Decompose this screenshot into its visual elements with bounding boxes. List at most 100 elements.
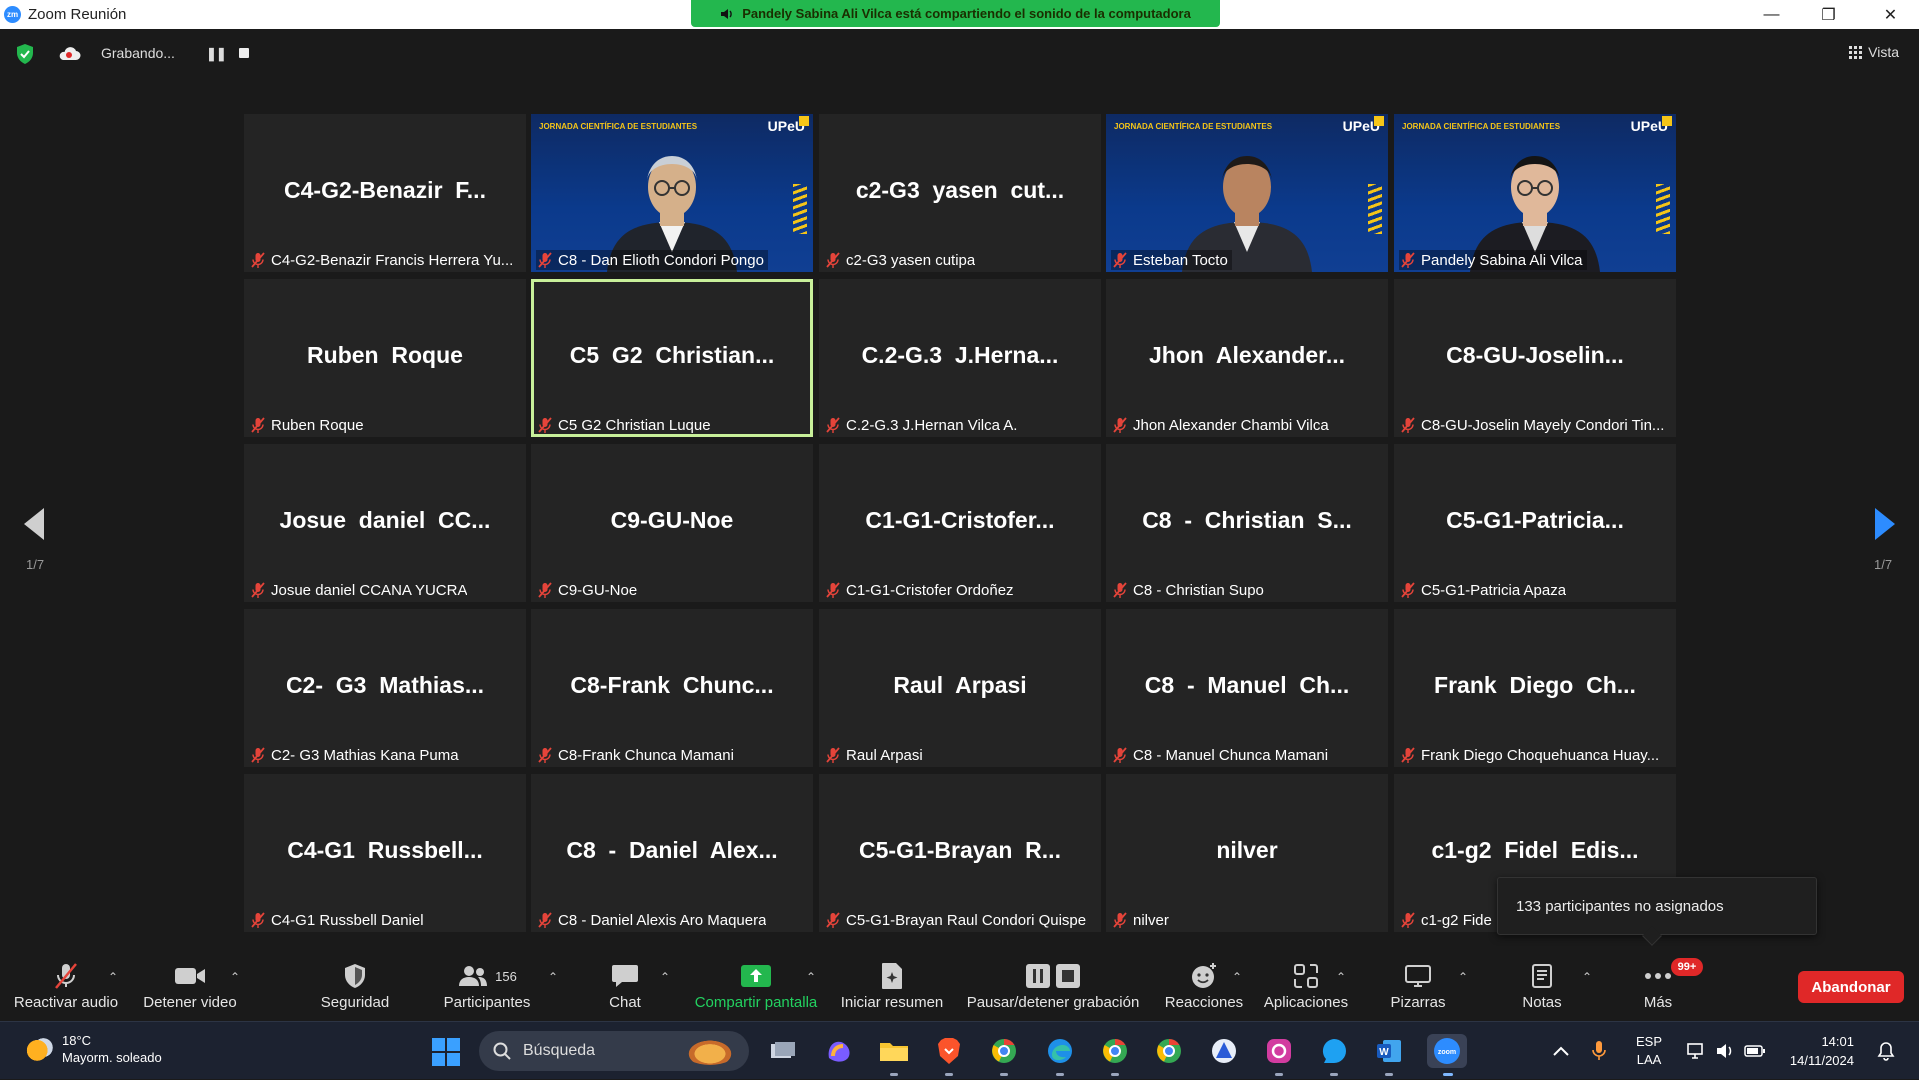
search-highlight-image <box>683 1037 737 1065</box>
pause-stop-recording-button[interactable]: Pausar/detener grabación <box>960 948 1146 1021</box>
participant-tile[interactable]: C4-G2-Benazir F... C4-G2-Benazir Francis … <box>244 114 526 272</box>
cloud-recording-icon <box>59 47 81 60</box>
chat-button[interactable]: Chat <box>595 948 655 1021</box>
whiteboards-options-chevron-icon[interactable]: ⌃ <box>1458 970 1468 984</box>
participant-tile[interactable]: Raul Arpasi Raul Arpasi <box>819 609 1101 767</box>
participant-tile[interactable]: C8-GU-Joselin... C8-GU-Joselin Mayely Con… <box>1394 279 1676 437</box>
participant-tile[interactable]: C8 - Christian S... C8 - Christian Supo <box>1106 444 1388 602</box>
stop-recording-button[interactable] <box>239 48 249 58</box>
weather-temperature: 18°C <box>62 1033 92 1048</box>
participant-tile[interactable]: C.2-G.3 J.Herna... C.2-G.3 J.Hernan Vilca… <box>819 279 1101 437</box>
muted-microphone-icon <box>1401 747 1415 763</box>
participant-name-label: nilver <box>1111 910 1169 930</box>
restore-button[interactable]: ❐ <box>1800 0 1857 29</box>
participant-tile[interactable]: C5-G1-Brayan R... C5-G1-Brayan Raul Condo… <box>819 774 1101 932</box>
participant-name-label: C4-G2-Benazir Francis Herrera Yu... <box>249 250 513 270</box>
copilot-icon[interactable] <box>822 1034 856 1068</box>
participant-tile[interactable]: nilver nilver <box>1106 774 1388 932</box>
participant-tile[interactable]: Josue daniel CC... Josue daniel CCANA YUC… <box>244 444 526 602</box>
app-pink-icon[interactable] <box>1262 1034 1296 1076</box>
share-banner[interactable]: Pandely Sabina Ali Vilca está compartien… <box>691 0 1220 27</box>
participant-tile[interactable]: C2- G3 Mathias... C2- G3 Mathias Kana Pum… <box>244 609 526 767</box>
participant-tile[interactable]: C5 G2 Christian... C5 G2 Christian Luque <box>531 279 813 437</box>
participant-name: Ruben Roque <box>271 416 364 434</box>
participant-display-name: c2-G3 yasen cut... <box>855 176 1065 203</box>
muted-microphone-icon <box>538 252 552 268</box>
language-indicator[interactable]: ESP LAA <box>1636 1022 1662 1080</box>
previous-page-arrow-icon[interactable] <box>22 506 46 542</box>
language-code: ESP <box>1636 1034 1663 1049</box>
page-indicator-right: 1/7 <box>1874 557 1893 572</box>
messaging-app-icon[interactable] <box>1317 1034 1351 1076</box>
close-button[interactable]: ✕ <box>1862 0 1919 29</box>
video-options-chevron-icon[interactable]: ⌃ <box>230 970 240 984</box>
unmute-audio-button[interactable]: Reactivar audio <box>6 948 126 1021</box>
share-options-chevron-icon[interactable]: ⌃ <box>806 970 816 984</box>
notes-button[interactable]: Notas <box>1512 948 1572 1021</box>
participant-name-label: Esteban Tocto <box>1111 250 1232 270</box>
security-shield-icon[interactable] <box>15 43 35 65</box>
chat-options-chevron-icon[interactable]: ⌃ <box>660 970 670 984</box>
participant-tile[interactable]: C1-G1-Cristofer... C1-G1-Cristofer Ordoñe… <box>819 444 1101 602</box>
notes-options-chevron-icon[interactable]: ⌃ <box>1582 970 1592 984</box>
stop-video-button[interactable]: Detener video <box>138 948 242 1021</box>
brave-browser-icon[interactable] <box>932 1034 966 1076</box>
chrome-browser-icon[interactable] <box>1098 1034 1132 1076</box>
chrome-profile-icon[interactable] <box>987 1034 1021 1076</box>
system-clock[interactable]: 14:01 14/11/2024 <box>1784 1032 1854 1070</box>
participant-tile[interactable]: Frank Diego Ch... Frank Diego Choquehuanc… <box>1394 609 1676 767</box>
minimize-button[interactable]: — <box>1743 0 1800 29</box>
unassigned-participants-tooltip: 133 participantes no asignados <box>1497 877 1817 946</box>
reactions-button[interactable]: Reacciones <box>1160 948 1248 1021</box>
notification-bell-icon[interactable] <box>1877 1022 1895 1080</box>
participant-tile[interactable]: C8 - Manuel Ch... C8 - Manuel Chunca Mama… <box>1106 609 1388 767</box>
participant-tile[interactable]: JORNADA CIENTÍFICA DE ESTUDIANTES UPeU C8 … <box>531 114 813 272</box>
active-speaker-frame <box>531 279 813 437</box>
participants-button[interactable]: 156 Participantes <box>437 948 537 1021</box>
apps-button[interactable]: Aplicaciones <box>1259 948 1353 1021</box>
participant-tile[interactable]: Ruben Roque Ruben Roque <box>244 279 526 437</box>
pause-recording-button[interactable]: ❚❚ <box>206 46 227 62</box>
taskbar-search-box[interactable]: Búsqueda <box>479 1031 749 1071</box>
participant-tile[interactable]: JORNADA CIENTÍFICA DE ESTUDIANTES UPeU Pan… <box>1394 114 1676 272</box>
pause-stop-recording-label: Pausar/detener grabación <box>966 994 1140 1011</box>
start-summary-button[interactable]: Iniciar resumen <box>836 948 948 1021</box>
system-tray-icons[interactable] <box>1686 1022 1766 1080</box>
task-view-icon[interactable] <box>766 1034 800 1068</box>
audio-options-chevron-icon[interactable]: ⌃ <box>108 970 118 984</box>
edge-browser-icon[interactable] <box>1043 1034 1077 1076</box>
weather-widget[interactable]: 18°C Mayorm. soleado <box>26 1032 162 1066</box>
participant-display-name: C9-GU-Noe <box>610 506 734 533</box>
leave-meeting-button[interactable]: Abandonar <box>1798 971 1904 1003</box>
whiteboards-button[interactable]: Pizarras <box>1385 948 1451 1021</box>
participant-display-name: C2- G3 Mathias... <box>285 671 485 698</box>
view-label: Vista <box>1868 44 1899 60</box>
participant-tile[interactable]: C8 - Daniel Alex... C8 - Daniel Alexis Ar… <box>531 774 813 932</box>
participant-tile[interactable]: C4-G1 Russbell... C4-G1 Russbell Daniel <box>244 774 526 932</box>
show-hidden-icons-chevron-icon[interactable] <box>1553 1022 1569 1080</box>
view-button[interactable]: Vista <box>1849 44 1899 60</box>
participant-tile[interactable]: c2-G3 yasen cut... c2-G3 yasen cutipa <box>819 114 1101 272</box>
microphone-tray-icon[interactable] <box>1592 1022 1606 1080</box>
app-circle-icon[interactable] <box>1207 1034 1241 1068</box>
file-explorer-icon[interactable] <box>877 1034 911 1076</box>
start-windows-icon[interactable] <box>432 1038 460 1066</box>
share-banner-text: Pandely Sabina Ali Vilca está compartien… <box>742 6 1191 21</box>
participant-tile[interactable]: C9-GU-Noe C9-GU-Noe <box>531 444 813 602</box>
participant-tile[interactable]: C8-Frank Chunc... C8-Frank Chunca Mamani <box>531 609 813 767</box>
svg-text:W: W <box>1379 1047 1389 1058</box>
participants-options-chevron-icon[interactable]: ⌃ <box>548 970 558 984</box>
zoom-app-icon[interactable]: zoom <box>1427 1034 1467 1076</box>
reactions-options-chevron-icon[interactable]: ⌃ <box>1232 970 1242 984</box>
word-app-icon[interactable]: W <box>1372 1034 1406 1076</box>
participant-name: C5-G1-Patricia Apaza <box>1421 581 1567 599</box>
chrome-alt-profile-icon[interactable] <box>1152 1034 1186 1068</box>
participant-tile[interactable]: Jhon Alexander... Jhon Alexander Chambi V… <box>1106 279 1388 437</box>
share-screen-button[interactable]: Compartir pantalla <box>688 948 824 1021</box>
next-page-arrow-icon[interactable] <box>1873 506 1897 542</box>
participant-tile[interactable]: JORNADA CIENTÍFICA DE ESTUDIANTES UPeU Est… <box>1106 114 1388 272</box>
participant-tile[interactable]: C5-G1-Patricia... C5-G1-Patricia Apaza <box>1394 444 1676 602</box>
apps-options-chevron-icon[interactable]: ⌃ <box>1336 970 1346 984</box>
muted-microphone-icon <box>538 582 552 598</box>
security-button[interactable]: Seguridad <box>310 948 400 1021</box>
